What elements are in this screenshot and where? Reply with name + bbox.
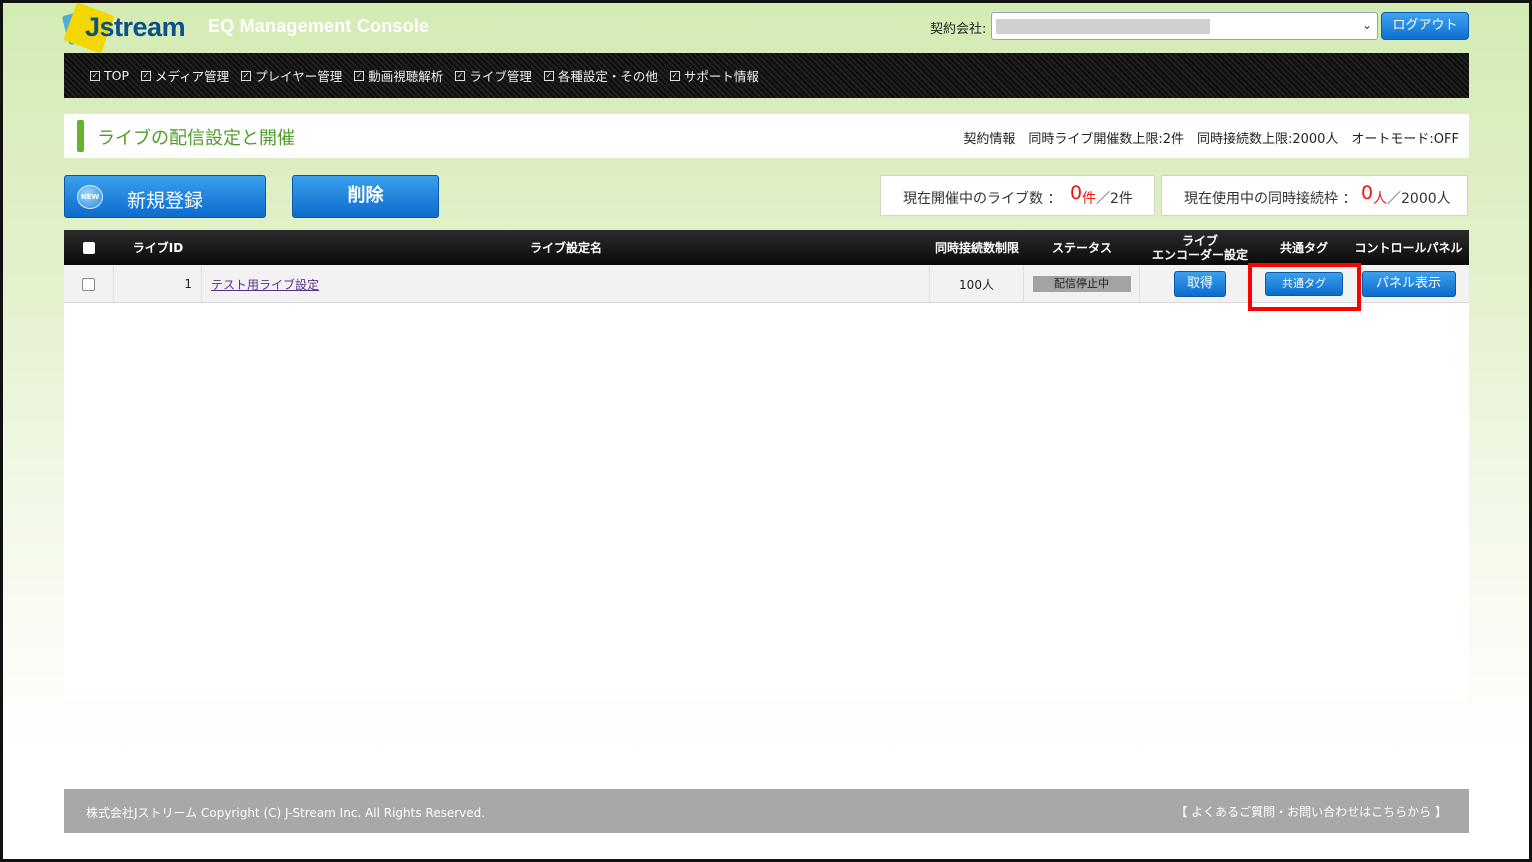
row-select-cell (64, 265, 114, 303)
header-common-tag: 共通タグ (1279, 240, 1328, 255)
connection-count-box: 現在使用中の同時接続枠 ： 0 人 ／2000人 (1161, 175, 1468, 216)
footer-copyright: 株式会社Jストリーム Copyright (C) J-Stream Inc. A… (86, 806, 486, 820)
contract-info: 契約情報 同時ライブ開催数上限:2件 同時接続数上限:2000人 オートモード:… (963, 132, 1459, 147)
select-all-checkbox[interactable] (83, 241, 95, 254)
row-live-name-cell: テスト用ライブ設定 (202, 265, 930, 303)
status-badge: 配信停止中 (1032, 276, 1131, 292)
nav-item-top[interactable]: ✓ TOP (90, 68, 129, 83)
nav-item-label: TOP (104, 68, 130, 83)
row-connection-limit: 100人 (930, 265, 1024, 303)
nav-item-player[interactable]: ✓ プレイヤー管理 (241, 66, 342, 85)
highlight-box (1248, 263, 1361, 311)
new-icon: NEW (77, 185, 103, 209)
delete-button[interactable]: 削除 (292, 175, 439, 218)
row-live-id: 1 (114, 265, 202, 303)
logo-text: Jstream (85, 12, 186, 42)
panel-display-button[interactable]: パネル表示 (1361, 271, 1456, 297)
nav-item-label: メディア管理 (155, 69, 230, 84)
select-all-cell (64, 230, 114, 265)
nav-item-label: サポート情報 (683, 69, 759, 84)
live-count-box: 現在開催中のライブ数 ： 0 件 ／2件 (880, 175, 1155, 216)
header-live-id: ライブID (132, 240, 184, 255)
contract-select[interactable]: ⌄ (991, 12, 1378, 40)
contract-label: 契約会社: (930, 22, 987, 37)
nav-item-media[interactable]: ✓ メディア管理 (141, 66, 229, 85)
checkbox-icon: ✓ (90, 70, 100, 81)
header-live-name: ライブ設定名 (529, 240, 602, 255)
page-title: ライブの配信設定と開催 (97, 128, 295, 149)
header-encoder-line1: ライブ (1181, 233, 1218, 248)
logout-button[interactable]: ログアウト (1381, 12, 1469, 40)
row-live-name-link[interactable]: テスト用ライブ設定 (211, 276, 319, 293)
footer: 株式会社Jストリーム Copyright (C) J-Stream Inc. A… (64, 789, 1469, 833)
live-count-unit: 件 (1082, 191, 1096, 207)
chevron-down-icon: ⌄ (1361, 18, 1372, 32)
header-connection-limit: 同時接続数制限 (934, 240, 1019, 255)
page-title-band: ライブの配信設定と開催 契約情報 同時ライブ開催数上限:2件 同時接続数上限:2… (64, 114, 1469, 158)
row-status-cell: 配信停止中 (1024, 265, 1140, 303)
nav-item-label: プレイヤー管理 (255, 69, 343, 84)
live-count-value: 0 (1070, 182, 1083, 204)
nav-item-label: 各種設定・その他 (557, 69, 658, 84)
footer-faq-link[interactable]: 【 よくあるご質問・お問い合わせはこちらから 】 (1175, 803, 1447, 820)
live-count-label: 現在開催中のライブ数 ： (903, 191, 1062, 207)
nav-item-label: ライブ管理 (469, 69, 532, 84)
connection-count-label: 現在使用中の同時接続枠 ： (1184, 191, 1357, 207)
nav-item-settings[interactable]: ✓ 各種設定・その他 (543, 66, 658, 85)
app-title: EQ Management Console (208, 16, 430, 36)
checkbox-icon: ✓ (543, 70, 554, 81)
app-window: Jstream EQ Management Console 契約会社: ⌄ ログ… (3, 3, 1529, 859)
main-nav: ✓ TOP ✓ メディア管理 ✓ プレイヤー管理 ✓ 動画視聴解析 ✓ ライブ管… (64, 53, 1469, 98)
connection-count-unit: 人 (1373, 191, 1387, 207)
connection-count-limit: ／2000人 (1387, 191, 1451, 207)
row-encoder-cell: 取得 (1140, 265, 1260, 303)
connection-count-value: 0 (1361, 182, 1374, 204)
header-status: ステータス (1051, 240, 1112, 255)
checkbox-icon: ✓ (141, 70, 152, 81)
checkbox-icon: ✓ (241, 70, 252, 81)
title-accent-bar (77, 120, 84, 152)
checkbox-icon: ✓ (455, 70, 466, 81)
jstream-logo[interactable]: Jstream (61, 3, 195, 54)
checkbox-icon: ✓ (354, 70, 365, 81)
table-header: ライブID ライブ設定名 同時接続数制限 ステータス ライブ エンコーダー設定 … (64, 230, 1469, 265)
live-settings-table: ライブID ライブ設定名 同時接続数制限 ステータス ライブ エンコーダー設定 … (64, 230, 1469, 700)
row-panel-cell: パネル表示 (1348, 265, 1469, 303)
checkbox-icon: ✓ (669, 70, 680, 81)
live-count-limit: ／2件 (1096, 191, 1133, 207)
header-encoder-line2: エンコーダー設定 (1151, 247, 1248, 262)
nav-item-analytics[interactable]: ✓ 動画視聴解析 (354, 66, 443, 85)
nav-item-live[interactable]: ✓ ライブ管理 (455, 66, 532, 85)
header-encoder-settings: ライブ エンコーダー設定 (1140, 230, 1260, 265)
contract-value-masked (996, 19, 1210, 34)
nav-item-label: 動画視聴解析 (368, 69, 444, 84)
nav-item-support[interactable]: ✓ サポート情報 (669, 66, 759, 85)
row-checkbox[interactable] (82, 277, 95, 291)
get-encoder-button[interactable]: 取得 (1174, 271, 1226, 297)
header-control-panel: コントロールパネル (1354, 240, 1463, 255)
new-registration-label: 新規登録 (127, 190, 204, 212)
new-registration-button[interactable]: NEW 新規登録 (64, 175, 266, 218)
